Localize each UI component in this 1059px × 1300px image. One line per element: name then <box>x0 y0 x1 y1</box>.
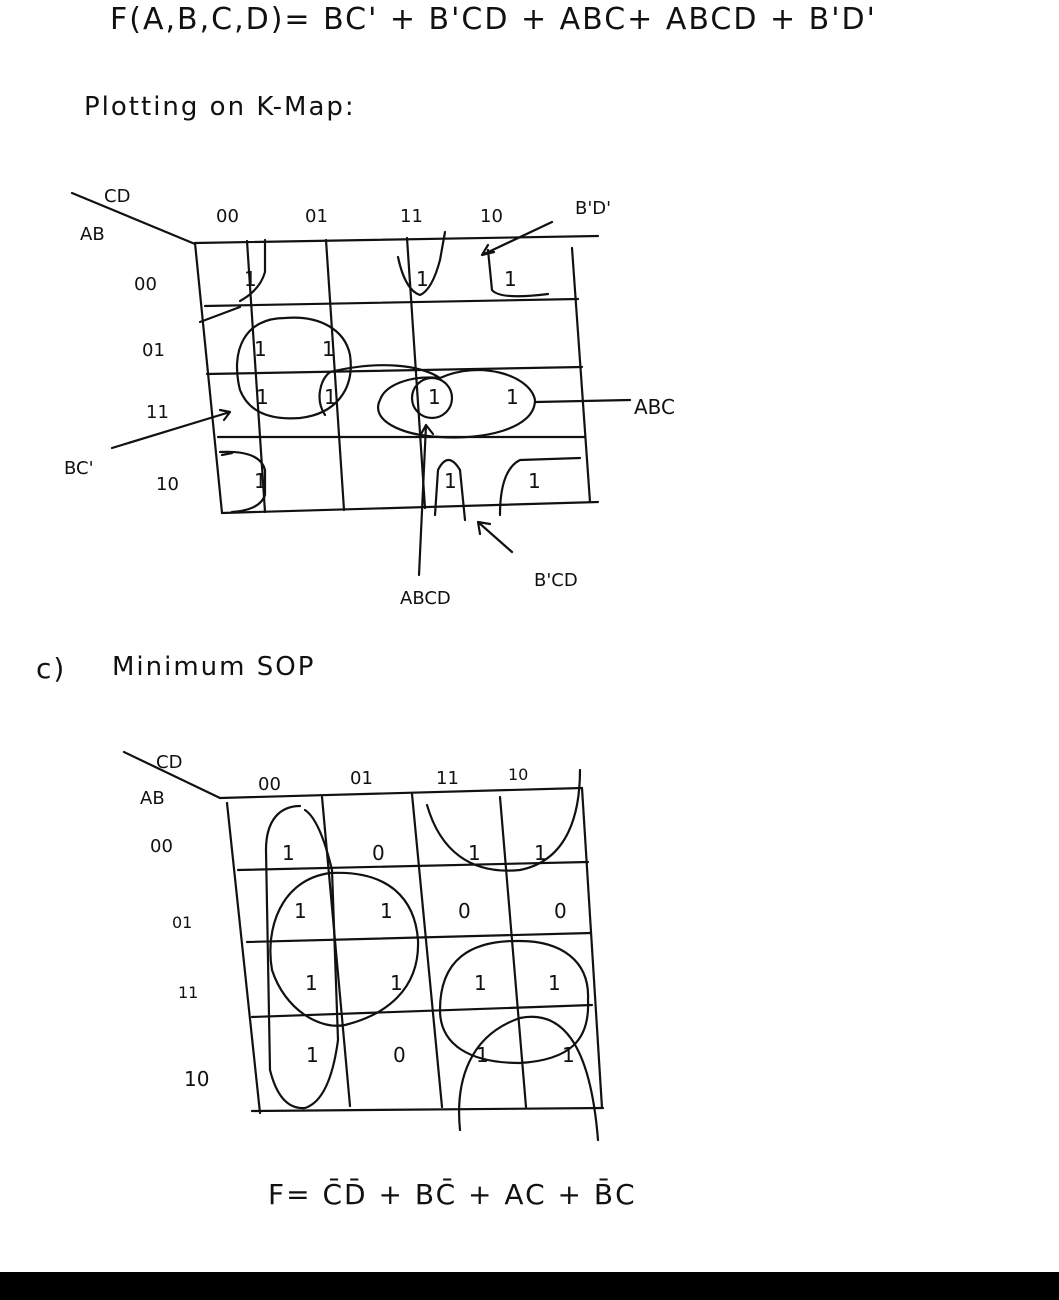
kmap1: CD AB 00 01 11 10 00 01 11 10 1 1 11 11 1 1 11… <box>64 186 675 609</box>
kmap2-corner-top: CD <box>156 752 182 773</box>
annotation-bd: B'D' <box>575 198 611 219</box>
kmap2-corner-left: AB <box>140 788 165 809</box>
kmap2-col-label: 00 <box>258 774 281 795</box>
kmap2-row-label: 01 <box>172 913 192 932</box>
kmap2-grid <box>218 786 605 1115</box>
kmap2-cell-value: 0 <box>554 899 567 923</box>
kmap1-cell-value: 1 <box>528 469 541 493</box>
kmap2-cell-value: 0 <box>458 899 471 923</box>
kmap2-group-cd <box>264 804 340 1110</box>
kmap2-cell-value: 0 <box>372 841 385 865</box>
kmap1-row-label: 00 <box>134 274 157 295</box>
kmap2-row-label: 11 <box>178 983 198 1002</box>
kmap2-cell-value: 1 <box>548 971 561 995</box>
kmap1-col-label: 10 <box>480 206 503 227</box>
kmap1-row-label: 10 <box>156 474 179 495</box>
kmap2-row-label: 10 <box>184 1067 209 1091</box>
kmap2-cell-value: 1 <box>474 971 487 995</box>
kmap1-cell-value: 1 <box>254 337 267 361</box>
kmap1-cell-value: 1 <box>444 469 457 493</box>
kmap1-cell-value: 1 <box>256 385 269 409</box>
kmap2-cell-value: 1 <box>306 1043 319 1067</box>
arrow-icon <box>476 520 514 554</box>
kmap2-col-label: 01 <box>350 768 373 789</box>
kmap1-cell-value: 1 <box>428 385 441 409</box>
kmap2-cell-value: 1 <box>534 841 547 865</box>
kmap1-corner-top: CD <box>104 186 130 207</box>
kmap1-col-label: 01 <box>305 206 328 227</box>
kmap2-cell-value: 1 <box>294 899 307 923</box>
kmap1-cell-value: 1 <box>244 267 257 291</box>
kmap2-cell-value: 1 <box>390 971 403 995</box>
annotation-abcd: ABCD <box>400 588 451 609</box>
kmap1-row-label: 01 <box>142 340 165 361</box>
kmap2-col-label: 11 <box>436 768 459 789</box>
kmap2-cell-value: 1 <box>305 971 318 995</box>
kmap2-cell-value: 0 <box>393 1043 406 1067</box>
kmap2-cell-value: 1 <box>380 899 393 923</box>
kmap2: CD AB 00 01 11 10 00 01 11 10 1 0 1 11 1 0 01 1… <box>122 750 605 1142</box>
kmap1-cell-value: 1 <box>504 267 517 291</box>
kmap2-groupings <box>264 768 600 1142</box>
annotation-bc: BC' <box>64 458 94 479</box>
kmap1-cell-value: 1 <box>324 385 337 409</box>
kmap1-group-bd-topright <box>486 248 550 298</box>
kmap1-col-label: 11 <box>400 206 423 227</box>
kmap1-col-label: 00 <box>216 206 239 227</box>
kmap1-corner-left: AB <box>80 224 105 245</box>
kmap2-cell-value: 1 <box>282 841 295 865</box>
kmap1-cell-value: 1 <box>416 267 429 291</box>
bottom-bar <box>0 1272 1059 1300</box>
annotation-abc: ABC <box>634 395 675 419</box>
kmap2-group-bc <box>269 871 420 1027</box>
kmap1-row-label: 11 <box>146 402 169 423</box>
kmap1-cell-value: 1 <box>506 385 519 409</box>
annotation-bcd: B'CD <box>534 570 578 591</box>
kmap2-group-bc-bottom <box>458 1015 600 1142</box>
kmap-drawings: CD AB 00 01 11 10 00 01 11 10 1 1 11 11 1 1 11… <box>64 186 675 1142</box>
kmap1-cell-value: 1 <box>322 337 335 361</box>
kmap2-col-label: 10 <box>508 765 528 784</box>
kmap2-row-label: 00 <box>150 836 173 857</box>
